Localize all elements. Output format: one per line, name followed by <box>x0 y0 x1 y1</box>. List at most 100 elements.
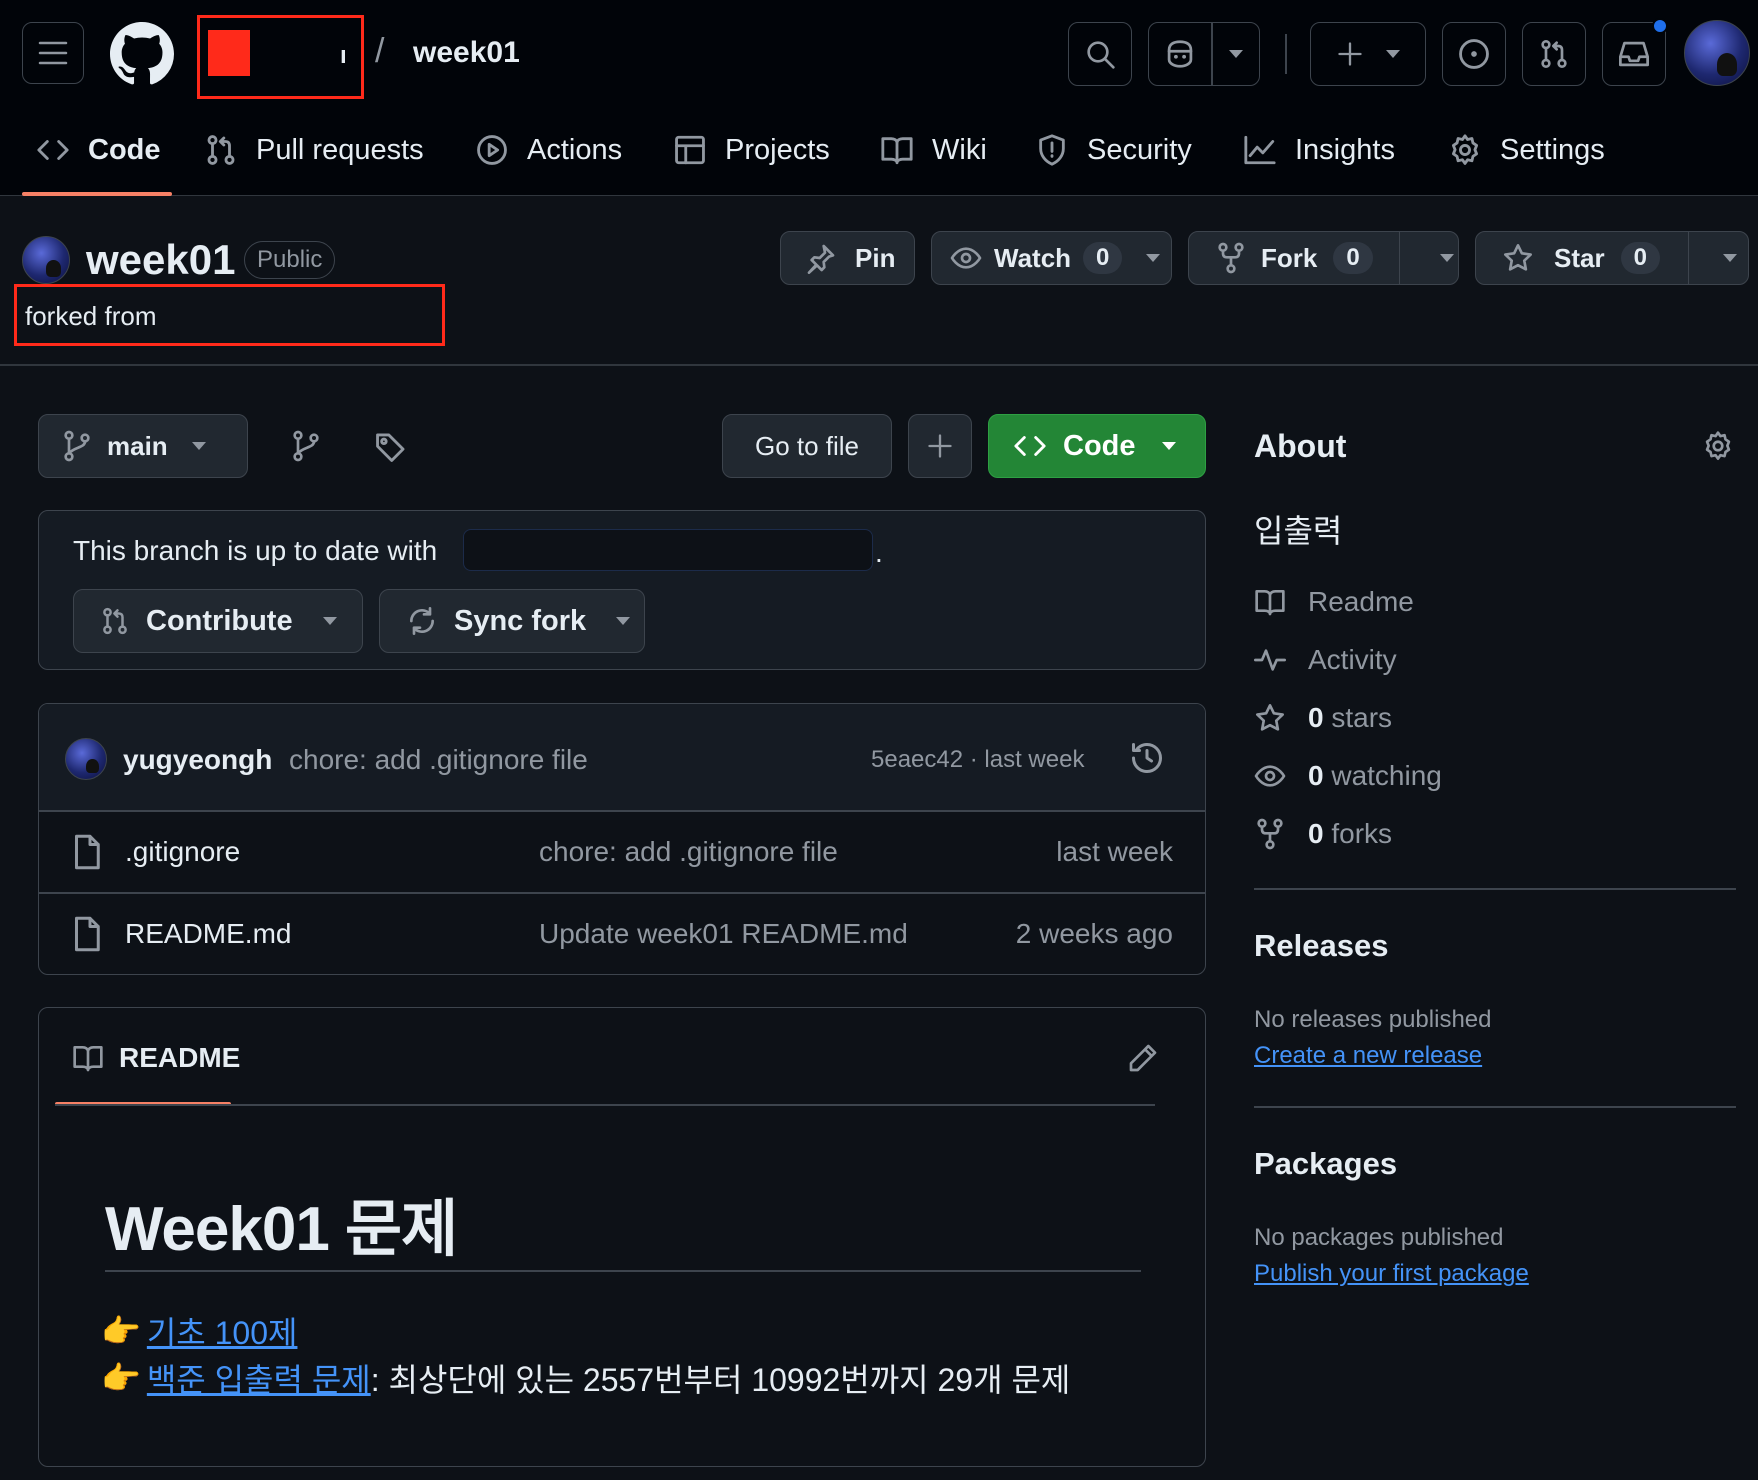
repo-title[interactable]: week01 <box>86 236 235 284</box>
eye-icon <box>1254 765 1286 787</box>
play-icon <box>477 135 507 165</box>
tag-icon[interactable] <box>374 430 408 464</box>
sync-fork-button[interactable]: Sync fork <box>379 589 645 653</box>
tab-security[interactable]: Security <box>1035 122 1192 178</box>
chevron-down-icon <box>1161 442 1176 450</box>
menu-button[interactable] <box>22 22 84 84</box>
git-pull-request-icon <box>1541 40 1567 68</box>
github-logo-icon[interactable] <box>110 22 174 86</box>
sidebar-watching[interactable]: 0 watching <box>1254 760 1442 792</box>
issues-button[interactable] <box>1442 22 1506 86</box>
branches-icon[interactable] <box>292 430 320 462</box>
tab-code-label: Code <box>88 133 161 166</box>
tab-wiki-label: Wiki <box>932 133 987 166</box>
basic-100-link[interactable]: 기초 100제 <box>147 1308 298 1354</box>
watch-button[interactable]: Watch 0 <box>931 231 1172 285</box>
add-file-button[interactable] <box>908 414 972 478</box>
file-time: 2 weeks ago <box>1015 918 1173 949</box>
book-icon <box>1255 590 1285 616</box>
shield-icon <box>1039 134 1065 166</box>
code-dropdown-button[interactable]: Code <box>988 414 1206 478</box>
contribute-label: Contribute <box>146 604 293 637</box>
search-button[interactable] <box>1068 22 1132 86</box>
chevron-down-icon <box>1440 254 1455 262</box>
tab-insights[interactable]: Insights <box>1243 122 1395 178</box>
user-avatar[interactable] <box>1684 20 1750 86</box>
file-commit-message[interactable]: chore: add .gitignore file <box>539 836 838 868</box>
commit-author[interactable]: yugyeongh <box>123 744 272 776</box>
baekjoon-io-link[interactable]: 백준 입출력 문제 <box>147 1355 371 1401</box>
create-release-link[interactable]: Create a new release <box>1254 1042 1482 1070</box>
tab-projects[interactable]: Projects <box>673 122 830 178</box>
tab-pull-requests[interactable]: Pull requests <box>204 122 424 178</box>
sidebar-stars[interactable]: 0 stars <box>1254 702 1392 734</box>
inbox-icon <box>1619 41 1649 67</box>
search-icon <box>1087 41 1115 69</box>
go-to-file-button[interactable]: Go to file <box>722 414 892 478</box>
copilot-button[interactable] <box>1148 22 1260 86</box>
chevron-down-icon <box>1723 254 1738 262</box>
pulse-icon <box>1254 649 1286 671</box>
fork-count: 0 <box>1333 242 1373 274</box>
commit-message[interactable]: chore: add .gitignore file <box>289 744 588 776</box>
repo-forked-icon <box>1257 818 1283 850</box>
tab-actions[interactable]: Actions <box>475 122 622 178</box>
repo-forked-icon <box>1218 242 1244 274</box>
tab-code[interactable]: Code <box>36 122 161 178</box>
sidebar-readme[interactable]: Readme <box>1254 586 1414 618</box>
chevron-down-icon <box>1228 50 1243 58</box>
branch-name: main <box>107 430 168 461</box>
file-time: last week <box>1056 836 1173 867</box>
hamburger-icon <box>38 41 68 65</box>
star-icon <box>1504 244 1532 271</box>
pencil-icon[interactable] <box>1127 1042 1159 1074</box>
book-icon <box>881 137 913 165</box>
stars-label: stars <box>1331 702 1393 733</box>
pin-button[interactable]: Pin <box>780 231 915 285</box>
tab-settings[interactable]: Settings <box>1448 122 1605 178</box>
issue-opened-icon <box>1459 39 1489 69</box>
file-name[interactable]: .gitignore <box>125 836 240 868</box>
book-icon <box>73 1046 103 1072</box>
readme-tab-label[interactable]: README <box>119 1042 240 1074</box>
contribute-button[interactable]: Contribute <box>73 589 363 653</box>
commit-sha-time[interactable]: 5eaec42 · last week <box>871 746 1084 774</box>
fork-status-panel: This branch is up to date with . Contrib… <box>38 510 1206 670</box>
packages-title[interactable]: Packages <box>1254 1146 1397 1182</box>
tab-pull-requests-label: Pull requests <box>256 133 424 166</box>
fork-button[interactable]: Fork 0 <box>1188 231 1459 285</box>
table-row[interactable]: .gitignore chore: add .gitignore file la… <box>39 812 1205 892</box>
code-button-label: Code <box>1063 429 1136 462</box>
commit-author-avatar[interactable] <box>65 738 107 780</box>
history-icon[interactable] <box>1129 740 1165 776</box>
breadcrumb-repo[interactable]: week01 <box>413 36 520 70</box>
redaction-fill <box>208 30 250 76</box>
copilot-icon <box>1167 40 1193 68</box>
sidebar-activity[interactable]: Activity <box>1254 644 1397 676</box>
star-label: Star <box>1554 242 1605 273</box>
gear-icon[interactable] <box>1702 430 1734 462</box>
owner-avatar[interactable] <box>22 236 70 284</box>
publish-package-link[interactable]: Publish your first package <box>1254 1260 1529 1288</box>
list-item: 👉 기초 100제 <box>101 1308 297 1354</box>
create-new-button[interactable] <box>1310 22 1426 86</box>
sidebar-forks[interactable]: 0 forks <box>1254 818 1392 850</box>
tab-projects-label: Projects <box>725 133 830 166</box>
code-icon <box>37 140 69 160</box>
tab-actions-label: Actions <box>527 133 623 166</box>
upstream-branch-pill[interactable] <box>463 529 873 571</box>
star-button[interactable]: Star 0 <box>1475 231 1749 285</box>
chevron-down-icon <box>616 617 631 625</box>
tab-insights-label: Insights <box>1295 133 1395 166</box>
gear-icon <box>1451 134 1479 165</box>
file-name[interactable]: README.md <box>125 918 291 950</box>
owner-name[interactable]: ı <box>340 42 347 70</box>
table-row[interactable]: README.md Update week01 README.md 2 week… <box>39 894 1205 974</box>
tab-wiki[interactable]: Wiki <box>880 122 987 178</box>
file-commit-message[interactable]: Update week01 README.md <box>539 918 908 950</box>
releases-title[interactable]: Releases <box>1254 928 1388 964</box>
branch-selector[interactable]: main <box>38 414 248 478</box>
pull-requests-button[interactable] <box>1522 22 1586 86</box>
readme-header-divider <box>55 1104 1155 1106</box>
sidebar-readme-label: Readme <box>1308 586 1414 617</box>
